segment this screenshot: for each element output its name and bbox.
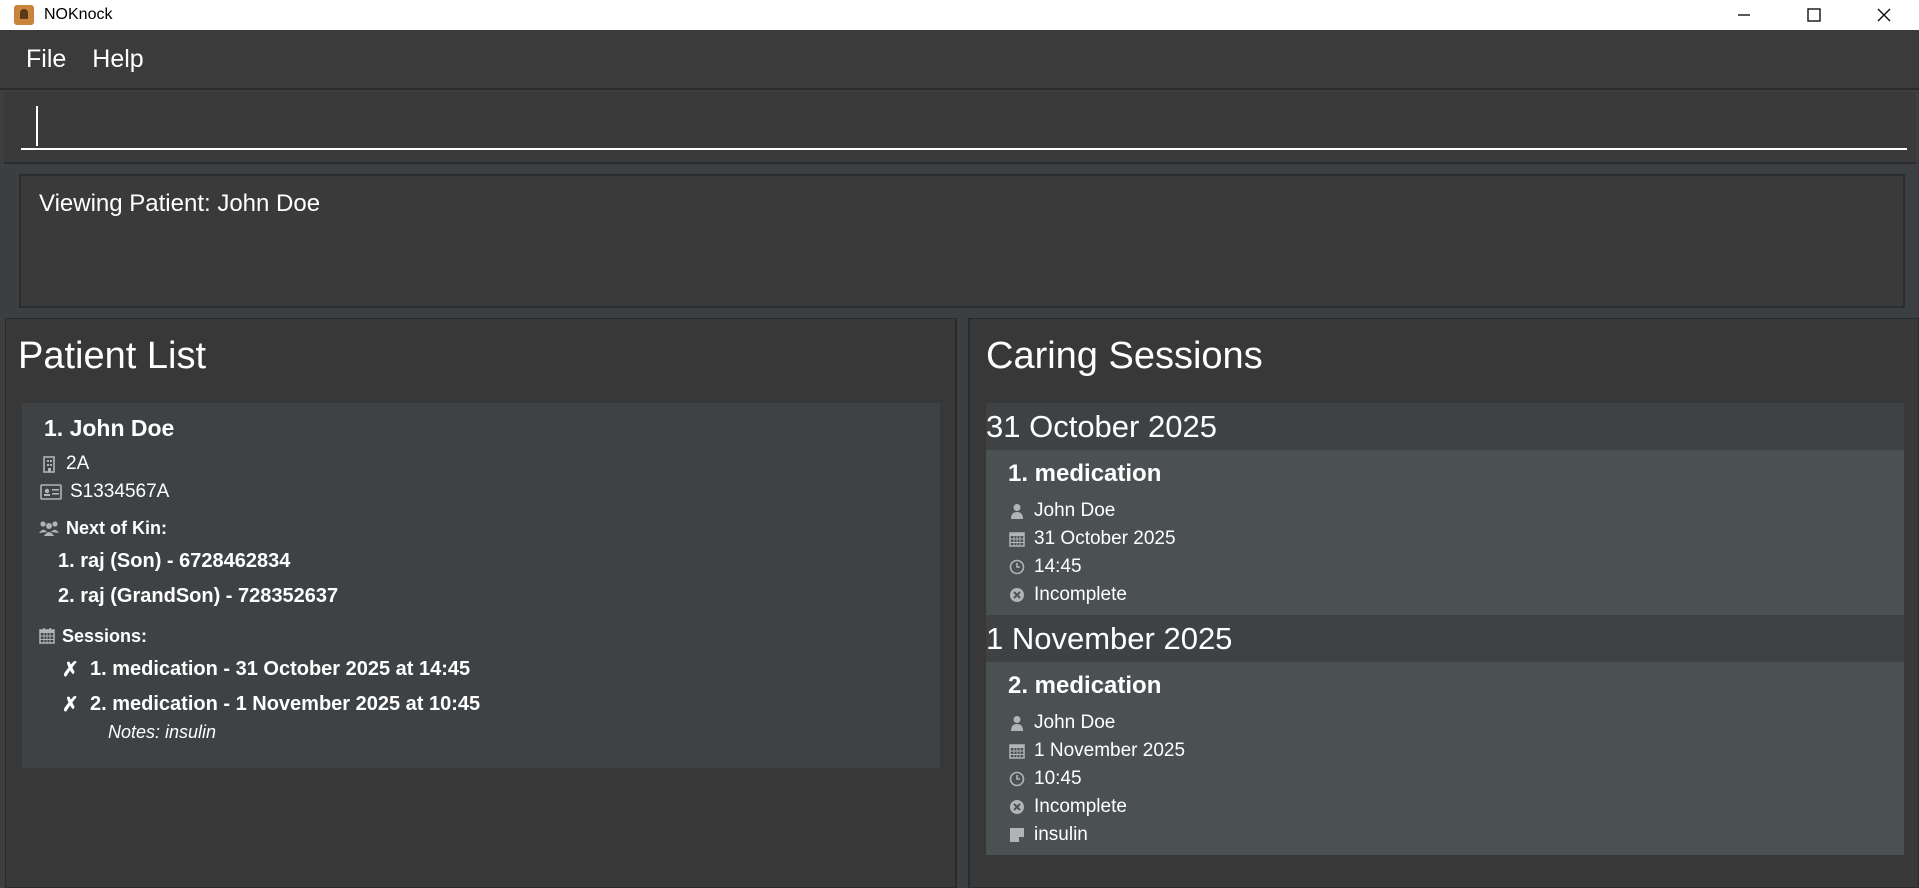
result-display: Viewing Patient: John Doe (19, 174, 1905, 308)
session-patient-row: John Doe (1008, 500, 1115, 522)
calendar-icon (38, 625, 56, 647)
patient-list-panel: Patient List 1. John Doe 2A S1334567A Ne… (5, 318, 956, 888)
status-mark: ✗ (62, 694, 79, 716)
session-note: insulin (1034, 824, 1088, 845)
session-status-row: Incomplete (1008, 584, 1127, 606)
caring-sessions-panel: Caring Sessions 31 October 2025 1. medic… (969, 318, 1919, 888)
session-status: Incomplete (1034, 796, 1127, 817)
session-patient: John Doe (1034, 500, 1116, 521)
command-box (4, 92, 1916, 164)
command-input[interactable] (21, 104, 1907, 150)
patient-ward: 2A (66, 453, 90, 474)
close-icon (1877, 8, 1891, 22)
session-patient: John Doe (1034, 712, 1116, 733)
window-controls (1709, 0, 1919, 30)
app-logo-icon (14, 5, 34, 25)
next-of-kin-item: 2. raj (GrandSon) - 728352637 (58, 585, 338, 608)
id-card-icon (38, 481, 64, 503)
text-caret (36, 106, 38, 146)
result-text: Viewing Patient: John Doe (39, 190, 321, 217)
maximize-button[interactable] (1779, 0, 1849, 30)
patient-list-title: Patient List (18, 335, 206, 377)
clock-icon (1008, 558, 1026, 576)
session-time: 14:45 (1034, 556, 1082, 577)
window-title: NOKnock (44, 6, 113, 23)
session-time: 10:45 (1034, 768, 1082, 789)
patient-ic-row: S1334567A (38, 481, 169, 503)
status-mark: ✗ (62, 659, 79, 681)
menu-help[interactable]: Help (92, 45, 143, 74)
session-title: 1. medication (1008, 460, 1162, 487)
family-icon (38, 517, 60, 539)
session-notes-text: Notes: insulin (108, 722, 217, 742)
patient-ic: S1334567A (70, 481, 170, 502)
patient-card[interactable]: 1. John Doe 2A S1334567A Next of Kin: 1.… (22, 403, 940, 768)
date-header: 1 November 2025 (986, 621, 1233, 656)
session-card[interactable]: 2. medication John Doe 1 November 2025 1… (986, 662, 1904, 855)
session-date: 1 November 2025 (1034, 740, 1186, 761)
session-date-row: 1 November 2025 (1008, 740, 1185, 762)
person-icon (1008, 714, 1026, 732)
note-icon (1008, 826, 1026, 844)
session-date: 31 October 2025 (1034, 528, 1176, 549)
session-status: Incomplete (1034, 584, 1127, 605)
minimize-icon (1738, 14, 1750, 16)
next-of-kin-label: Next of Kin: (66, 517, 167, 538)
session-status-row: Incomplete (1008, 796, 1127, 818)
next-of-kin-header: Next of Kin: (38, 517, 167, 539)
next-of-kin-text: 1. raj (Son) - 6728462834 (58, 550, 291, 572)
session-title: 2. medication (1008, 672, 1162, 699)
x-circle-icon (1008, 798, 1026, 816)
next-of-kin-item: 1. raj (Son) - 6728462834 (58, 550, 290, 573)
calendar-icon (1008, 742, 1026, 760)
maximize-icon (1807, 8, 1821, 22)
person-icon (1008, 502, 1026, 520)
menu-bar: File Help (0, 30, 1919, 90)
patient-name: 1. John Doe (44, 415, 175, 441)
session-date-row: 31 October 2025 (1008, 528, 1176, 550)
clock-icon (1008, 770, 1026, 788)
session-item: ✗ 1. medication - 31 October 2025 at 14:… (62, 657, 470, 682)
session-time-row: 14:45 (1008, 556, 1082, 578)
session-card[interactable]: 1. medication John Doe 31 October 2025 1… (986, 450, 1904, 615)
session-text: 1. medication - 31 October 2025 at 14:45 (90, 658, 471, 680)
calendar-icon (1008, 530, 1026, 548)
sessions-label: Sessions: (62, 625, 148, 646)
title-bar: NOKnock (0, 0, 1919, 30)
patient-ward-row: 2A (38, 453, 89, 475)
date-header: 31 October 2025 (986, 409, 1217, 444)
session-note-row: insulin (1008, 824, 1088, 846)
session-patient-row: John Doe (1008, 712, 1115, 734)
split-divider[interactable] (956, 318, 969, 888)
next-of-kin-text: 2. raj (GrandSon) - 728352637 (58, 585, 339, 607)
session-time-row: 10:45 (1008, 768, 1082, 790)
menu-file[interactable]: File (26, 45, 66, 74)
close-button[interactable] (1849, 0, 1919, 30)
caring-sessions-title: Caring Sessions (986, 335, 1263, 377)
session-notes: Notes: insulin (108, 722, 216, 743)
sessions-header: Sessions: (38, 625, 147, 647)
minimize-button[interactable] (1709, 0, 1779, 30)
session-text: 2. medication - 1 November 2025 at 10:45 (90, 693, 481, 715)
session-item: ✗ 2. medication - 1 November 2025 at 10:… (62, 692, 480, 717)
x-circle-icon (1008, 586, 1026, 604)
building-icon (38, 453, 60, 475)
